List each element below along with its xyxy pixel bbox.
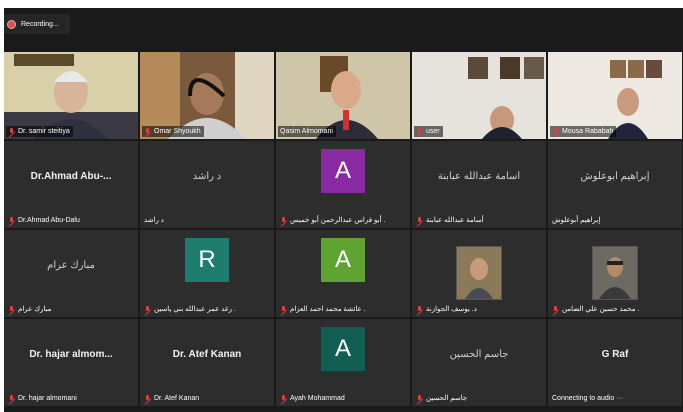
participant-name: Dr. samir steitiya — [18, 128, 70, 135]
recording-indicator[interactable]: Recording... — [4, 14, 70, 34]
participant-display-name: جاسم الحسين — [449, 349, 509, 360]
participant-name: Connecting to audio ··· — [552, 395, 624, 402]
participant-name: Omar Shyoukh — [154, 128, 201, 135]
participant-tile[interactable]: Omar Shyoukh — [140, 52, 274, 139]
participant-tile[interactable]: A Ayah Mohammad — [276, 319, 410, 406]
mic-muted-icon — [280, 394, 287, 403]
mic-muted-icon — [8, 216, 15, 225]
participant-name: د راشد — [144, 217, 164, 224]
mic-muted-icon — [144, 394, 151, 403]
participant-name: Ayah Mohammad — [290, 395, 345, 402]
participant-name-label: Dr.Ahmad Abu-Dalu — [6, 215, 83, 226]
participant-name: إبراهيم أبوعلوش — [552, 217, 601, 224]
participant-name: user — [426, 128, 440, 135]
participant-name: د. يوسف الجوازنة — [426, 306, 477, 313]
participant-tile[interactable]: Dr. samir steitiya — [4, 52, 138, 139]
participant-name-label: أسامة عبدالله عبابنة — [414, 215, 487, 226]
participant-name-label: Mousa Rababah — [550, 126, 617, 137]
participant-tile[interactable]: G Raf Connecting to audio ··· — [548, 319, 682, 406]
participant-name-label: Dr. hajar almomani — [6, 393, 80, 404]
participant-name-label: مبارك عرام — [6, 304, 54, 315]
mic-muted-icon — [416, 216, 423, 225]
participant-name: جاسم الحسين — [426, 395, 468, 402]
participant-tile[interactable]: A أبو فراس عبدالرحمن أبو خميس . — [276, 141, 410, 228]
participant-name: محمد حسين علي الضامن . — [562, 306, 640, 313]
participant-avatar: R — [185, 238, 229, 282]
participant-video-thumbnail — [592, 246, 638, 300]
participant-tile[interactable]: د راشد د راشد — [140, 141, 274, 228]
participant-display-name: أسامة عبدالله عبابنة — [437, 171, 521, 182]
participant-name-label: د. يوسف الجوازنة — [414, 304, 480, 315]
participant-name-label: أبو فراس عبدالرحمن أبو خميس . — [278, 215, 388, 226]
mic-muted-icon — [144, 305, 151, 314]
meeting-window: Recording... Dr. samir steitiya Omar Shyo… — [4, 8, 683, 412]
participant-name: Dr. hajar almomani — [18, 395, 77, 402]
participant-avatar: A — [321, 149, 365, 193]
participant-name: Dr.Ahmad Abu-Dalu — [18, 217, 80, 224]
mic-muted-icon — [552, 127, 559, 136]
participant-name-label: Connecting to audio ··· — [550, 393, 626, 404]
participant-name-label: Dr. Atef Kanan — [142, 393, 202, 404]
participant-tile[interactable]: Dr. Atef Kanan Dr. Atef Kanan — [140, 319, 274, 406]
participant-display-name: Dr. Atef Kanan — [172, 349, 242, 360]
participant-tile[interactable]: user — [412, 52, 546, 139]
mic-muted-icon — [416, 127, 423, 136]
participant-name-label: user — [414, 126, 443, 137]
participant-name: عائشة محمد احمد العزام . — [290, 306, 366, 313]
participant-name-label: Omar Shyoukh — [142, 126, 204, 137]
mic-muted-icon — [8, 394, 15, 403]
participant-name-label: Qasim Almomani — [278, 126, 336, 137]
mic-muted-icon — [8, 305, 15, 314]
participant-name: رغد عمر عبدالله بني ياسين . — [154, 306, 236, 313]
participant-tile[interactable]: مبارك عرام مبارك عرام — [4, 230, 138, 317]
participant-tile[interactable]: محمد حسين علي الضامن . — [548, 230, 682, 317]
mic-muted-icon — [416, 394, 423, 403]
participant-name: مبارك عرام — [18, 306, 52, 313]
participant-display-name: مبارك عرام — [47, 260, 95, 271]
mic-muted-icon — [280, 216, 287, 225]
participant-video-thumbnail — [456, 246, 502, 300]
participant-tile[interactable]: A عائشة محمد احمد العزام . — [276, 230, 410, 317]
recording-label: Recording... — [21, 20, 59, 28]
participant-name-label: Ayah Mohammad — [278, 393, 348, 404]
participant-name: Qasim Almomani — [280, 128, 333, 135]
mic-muted-icon — [552, 305, 559, 314]
mic-muted-icon — [8, 127, 15, 136]
participant-name-label: عائشة محمد احمد العزام . — [278, 304, 369, 315]
participant-name-label: إبراهيم أبوعلوش — [550, 215, 603, 226]
mic-muted-icon — [144, 127, 151, 136]
participant-tile[interactable]: د. يوسف الجوازنة — [412, 230, 546, 317]
participant-display-name: إبراهيم أبوعلوش — [580, 171, 650, 182]
participant-name-label: د راشد — [142, 215, 167, 226]
participant-gallery: Dr. samir steitiya Omar Shyoukh Qasim Almo… — [4, 52, 683, 412]
participant-tile[interactable]: R رغد عمر عبدالله بني ياسين . — [140, 230, 274, 317]
participant-name: أسامة عبدالله عبابنة — [426, 217, 484, 224]
record-icon — [7, 19, 16, 29]
participant-tile[interactable]: Mousa Rababah — [548, 52, 682, 139]
participant-tile[interactable]: جاسم الحسين جاسم الحسين — [412, 319, 546, 406]
participant-avatar: A — [321, 238, 365, 282]
participant-display-name: Dr.Ahmad Abu-... — [30, 171, 112, 182]
participant-name-label: Dr. samir steitiya — [6, 126, 73, 137]
participant-tile[interactable]: إبراهيم أبوعلوش إبراهيم أبوعلوش — [548, 141, 682, 228]
participant-display-name: G Raf — [601, 349, 629, 360]
participant-tile[interactable]: Qasim Almomani — [276, 52, 410, 139]
participant-name-label: رغد عمر عبدالله بني ياسين . — [142, 304, 239, 315]
participant-tile[interactable]: Dr. hajar almom... Dr. hajar almomani — [4, 319, 138, 406]
participant-name-label: جاسم الحسين — [414, 393, 470, 404]
participant-name: Dr. Atef Kanan — [154, 395, 200, 402]
participant-tile[interactable]: أسامة عبدالله عبابنة أسامة عبدالله عبابنة — [412, 141, 546, 228]
participant-display-name: د راشد — [192, 171, 222, 182]
participant-name-label: محمد حسين علي الضامن . — [550, 304, 642, 315]
participant-name: Mousa Rababah — [562, 128, 614, 135]
participant-tile[interactable]: Dr.Ahmad Abu-... Dr.Ahmad Abu-Dalu — [4, 141, 138, 228]
participant-name: أبو فراس عبدالرحمن أبو خميس . — [290, 217, 386, 224]
mic-muted-icon — [416, 305, 423, 314]
participant-display-name: Dr. hajar almom... — [29, 349, 113, 360]
participant-avatar: A — [321, 327, 365, 371]
mic-muted-icon — [280, 305, 287, 314]
